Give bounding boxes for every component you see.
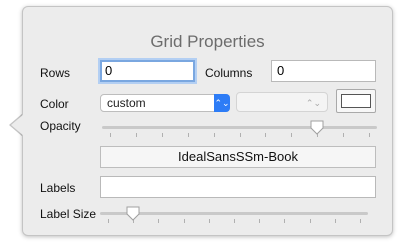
columns-label: Columns: [205, 66, 253, 80]
slider-tick: [240, 133, 241, 137]
slider-tick: [184, 219, 185, 223]
slider-tick: [259, 219, 260, 223]
slider-tick: [162, 133, 163, 137]
stepper-arrows-icon: ⌃⌄: [305, 98, 321, 108]
slider-tick: [360, 219, 361, 223]
slider-tick: [369, 133, 370, 137]
columns-input[interactable]: 0: [271, 60, 376, 82]
label-size-label: Label Size: [40, 207, 97, 221]
grid-properties-popover: Grid Properties Rows 0 Columns 0 Color c…: [22, 6, 393, 236]
color-swatch: [341, 94, 371, 108]
color-label: Color: [40, 97, 69, 111]
color-popup-value: custom: [107, 96, 146, 110]
slider-tick: [214, 133, 215, 137]
slider-tick: [284, 219, 285, 223]
rows-label: Rows: [40, 66, 71, 80]
slider-tick: [110, 133, 111, 137]
popover-arrow: [11, 114, 24, 136]
slider-tick: [343, 133, 344, 137]
popover-title: Grid Properties: [150, 32, 265, 51]
label-size-slider-knob[interactable]: [125, 205, 141, 221]
slider-tick: [136, 133, 137, 137]
slider-tick: [265, 133, 266, 137]
slider-tick: [310, 219, 311, 223]
slider-tick: [209, 219, 210, 223]
opacity-slider[interactable]: [102, 120, 377, 140]
labels-input[interactable]: [100, 176, 376, 198]
slider-tick: [108, 219, 109, 223]
opacity-slider-knob[interactable]: [309, 119, 325, 135]
slider-tick: [188, 133, 189, 137]
color-well[interactable]: [336, 89, 376, 113]
labels-label: Labels: [40, 181, 76, 195]
opacity-label: Opacity: [40, 119, 81, 133]
slider-tick: [234, 219, 235, 223]
slider-tick: [335, 219, 336, 223]
opacity-slider-track: [102, 126, 377, 129]
color-stepper: ⌃⌄: [236, 92, 328, 112]
slider-tick: [158, 219, 159, 223]
font-button[interactable]: IdealSansSSm-Book: [100, 146, 376, 168]
label-size-slider[interactable]: [100, 206, 368, 226]
color-popup[interactable]: custom ⌃⌄: [100, 94, 230, 112]
popup-arrows-icon: ⌃⌄: [214, 94, 230, 112]
rows-input[interactable]: 0: [100, 60, 195, 82]
slider-tick: [291, 133, 292, 137]
